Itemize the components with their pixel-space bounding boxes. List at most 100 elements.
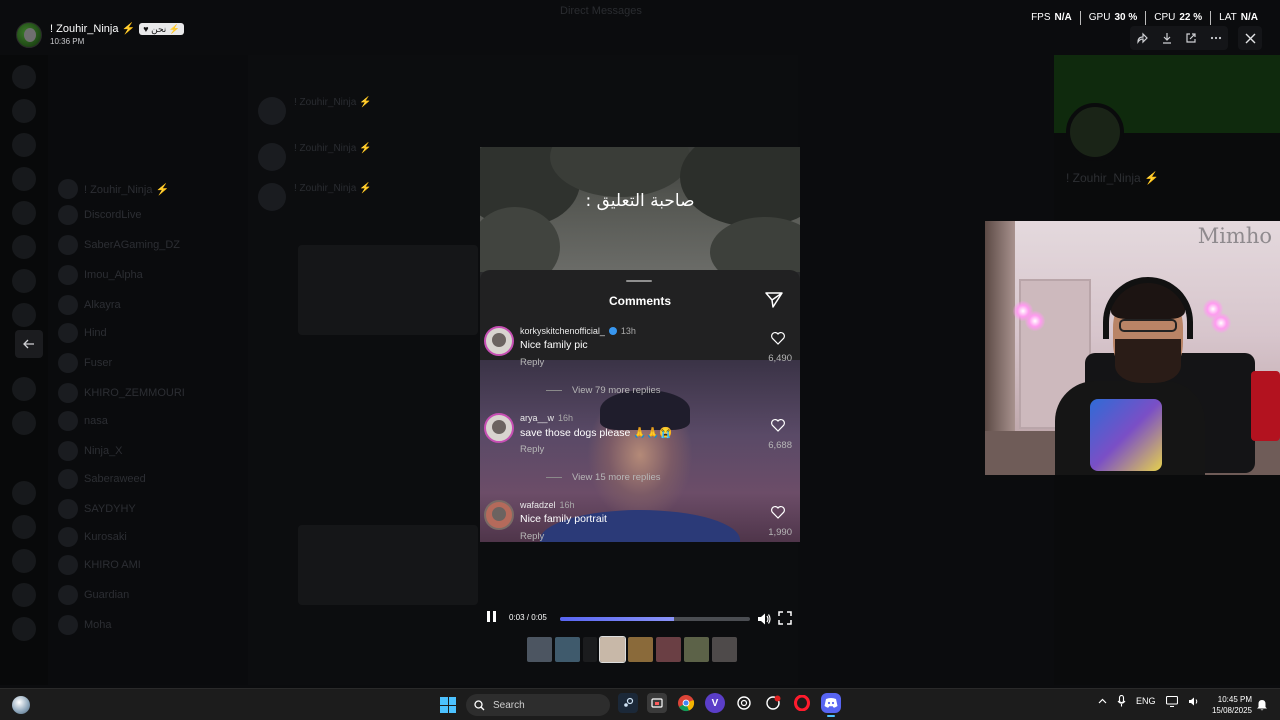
chevron-up-icon[interactable] — [1098, 697, 1107, 706]
server-icon[interactable] — [12, 481, 36, 505]
recording-icon[interactable] — [763, 693, 783, 713]
media-thumbnail[interactable] — [656, 637, 681, 662]
dm-list-item[interactable]: SAYDYHY — [58, 499, 228, 519]
dm-list-item[interactable]: Fuser — [58, 353, 228, 373]
chrome-icon[interactable] — [676, 693, 696, 713]
reply-link[interactable]: Reply — [520, 531, 544, 542]
dm-list-item[interactable]: ! Zouhir_Ninja ⚡ — [58, 179, 228, 199]
media-thumbnail[interactable] — [583, 637, 597, 662]
volume-icon[interactable] — [1188, 696, 1200, 707]
media-thumbnail[interactable] — [527, 637, 552, 662]
reply-link[interactable]: Reply — [520, 357, 544, 368]
microphone-icon[interactable] — [1117, 695, 1126, 707]
reply-link[interactable]: Reply — [520, 444, 544, 455]
view-more-replies[interactable]: View 15 more replies — [546, 472, 661, 483]
server-icon[interactable] — [12, 235, 36, 259]
dm-list-item[interactable]: Kurosaki — [58, 527, 228, 547]
chat-message: ! Zouhir_Ninja ⚡ — [258, 183, 458, 211]
discord-icon[interactable] — [821, 693, 841, 717]
image-attachment[interactable] — [298, 245, 478, 335]
video-controls: 0:03 / 0:05 — [480, 608, 800, 630]
server-icon[interactable] — [12, 99, 36, 123]
dm-list-item[interactable]: Ninja_X — [58, 441, 228, 461]
heart-icon[interactable] — [770, 504, 786, 520]
send-icon[interactable] — [764, 290, 784, 310]
server-icon[interactable] — [12, 167, 36, 191]
download-icon[interactable] — [1158, 29, 1176, 47]
taskbar-search[interactable]: Search — [466, 694, 610, 716]
server-icon[interactable] — [12, 269, 36, 293]
heart-icon[interactable] — [770, 417, 786, 433]
server-icon[interactable] — [12, 411, 36, 435]
dm-list-item[interactable]: Imou_Alpha — [58, 265, 228, 285]
forward-icon[interactable] — [1133, 29, 1151, 47]
avatar[interactable] — [16, 22, 42, 48]
display-icon[interactable] — [1165, 695, 1178, 707]
more-options-icon[interactable] — [1207, 29, 1225, 47]
message-author: ! Zouhir_Ninja ⚡ — [294, 97, 372, 108]
comment-username[interactable]: korkyskitchenofficial_ — [520, 326, 605, 336]
webcam-overlay: Mimho — [985, 221, 1280, 475]
fullscreen-icon[interactable] — [778, 611, 792, 625]
server-icon[interactable] — [12, 583, 36, 607]
pause-button[interactable] — [484, 611, 498, 625]
media-author: ! Zouhir_Ninja ⚡ ♥ نحن ⚡ 10:36 PM — [16, 22, 184, 48]
clock-time: 10:45 PM — [1217, 695, 1252, 704]
open-external-icon[interactable] — [1182, 29, 1200, 47]
media-thumbnail[interactable] — [684, 637, 709, 662]
dm-list-item-label: Imou_Alpha — [84, 269, 143, 281]
opera-icon[interactable] — [792, 693, 812, 713]
avatar[interactable] — [484, 413, 514, 443]
dm-list-item[interactable]: Moha — [58, 615, 228, 635]
close-button[interactable] — [1238, 26, 1262, 50]
server-icon[interactable] — [12, 65, 36, 89]
media-thumbnail[interactable] — [712, 637, 737, 662]
media-thumbnail[interactable] — [599, 636, 626, 663]
volume-icon[interactable] — [756, 611, 772, 627]
dm-list-item[interactable]: Hind — [58, 323, 228, 343]
dm-list-item[interactable]: Guardian — [58, 585, 228, 605]
chatgpt-icon[interactable] — [734, 693, 754, 713]
server-icon[interactable] — [12, 201, 36, 225]
like-count: 6,490 — [768, 353, 792, 364]
previous-media-button[interactable] — [15, 330, 43, 358]
comment-username[interactable]: arya__w — [520, 413, 554, 423]
avatar[interactable] — [484, 326, 514, 356]
dm-list-item[interactable]: KHIRO AMI — [58, 555, 228, 575]
comment-item: arya__w 16h save those dogs please 🙏🙏😭 Re… — [480, 413, 800, 473]
language-indicator[interactable]: ENG — [1136, 696, 1156, 706]
username: ! Zouhir_Ninja ⚡ — [50, 23, 136, 35]
server-icon[interactable] — [12, 549, 36, 573]
media-thumbnail[interactable] — [555, 637, 580, 662]
screenshot-tool-icon[interactable] — [647, 693, 667, 713]
server-icon[interactable] — [12, 133, 36, 157]
weather-widget-icon[interactable] — [12, 696, 30, 714]
steam-icon[interactable] — [618, 693, 638, 713]
dm-list-item[interactable]: nasa — [58, 411, 228, 431]
sheet-handle[interactable] — [626, 280, 652, 282]
dm-list-item[interactable]: Alkayra — [58, 295, 228, 315]
message-author: ! Zouhir_Ninja ⚡ — [294, 143, 372, 154]
comment-username[interactable]: wafadzel — [520, 500, 556, 510]
dm-list-item[interactable]: SaberAGaming_DZ — [58, 235, 228, 255]
server-icon[interactable] — [12, 303, 36, 327]
heart-icon[interactable] — [770, 330, 786, 346]
dm-list-item[interactable]: Saberaweed — [58, 469, 228, 489]
image-attachment[interactable] — [298, 525, 478, 605]
avatar — [58, 265, 78, 285]
windows-start-button[interactable] — [440, 697, 456, 713]
view-more-replies[interactable]: View 79 more replies — [546, 385, 661, 396]
server-icon[interactable] — [12, 377, 36, 401]
system-clock[interactable]: 10:45 PM 15/08/2025 — [1202, 694, 1252, 716]
chat-message: ! Zouhir_Ninja ⚡ — [258, 97, 458, 125]
dm-list-item[interactable]: DiscordLive — [58, 205, 228, 225]
notification-bell-icon[interactable] — [1256, 699, 1268, 711]
vpn-icon[interactable]: V — [705, 693, 725, 713]
dm-list-item[interactable]: KHIRO_ZEMMOURI — [58, 383, 228, 403]
media-thumbnail[interactable] — [628, 637, 653, 662]
video-player[interactable]: صاحبة التعليق : Comments korkyskitchenof… — [480, 147, 800, 542]
server-icon[interactable] — [12, 515, 36, 539]
server-icon[interactable] — [12, 617, 36, 641]
avatar[interactable] — [484, 500, 514, 530]
progress-bar[interactable] — [560, 617, 750, 621]
